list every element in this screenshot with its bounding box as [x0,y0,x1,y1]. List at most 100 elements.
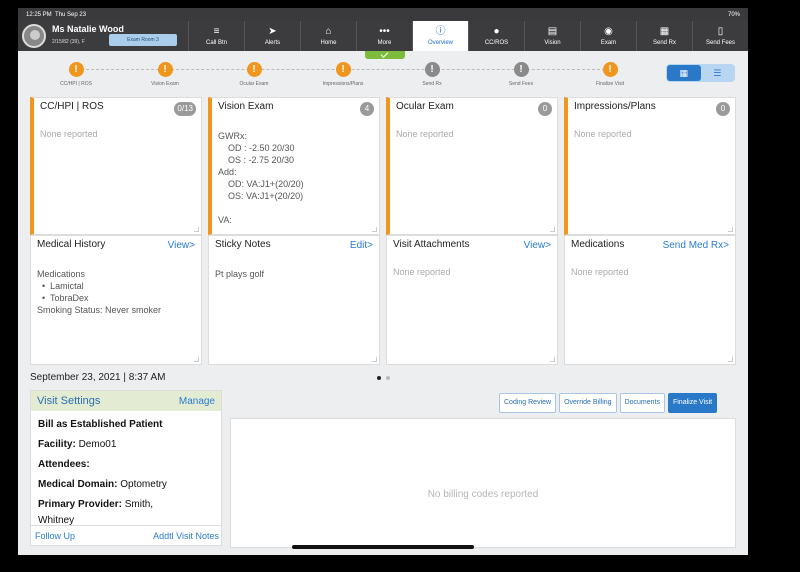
count-badge: 0 [716,102,730,116]
empty-text: None reported [574,129,632,139]
resize-handle-icon[interactable] [550,357,555,362]
card-cc-hpi-ros[interactable]: CC/HPI | ROS 0/13 None reported [30,97,202,235]
primary-provider-cont: Whitney [38,515,75,525]
progress-step[interactable]: ! Finalize Visit [574,62,646,87]
card-impressions-plans[interactable]: Impressions/Plans 0 None reported [564,97,736,235]
patient-header[interactable]: Ms Natalie Wood 2/15/82 (39), F Exam Roo… [22,23,202,49]
card-medical-history[interactable]: Medical History View> Medications • Lamict… [30,235,202,365]
card-title: Medical History [37,239,106,250]
progress-step[interactable]: ! Impressions/Plans [307,62,379,87]
page-indicator[interactable] [377,376,390,380]
progress-step[interactable]: ! Vision Exam [129,62,201,87]
page-dot [377,376,381,380]
resize-handle-icon[interactable] [372,227,377,232]
alert-icon: ! [68,62,84,77]
card-ocular-exam[interactable]: Ocular Exam 0 None reported [386,97,558,235]
app-screen: 12:25 PM Thu Sep 23 70% Ms Natalie Wood … [18,8,748,555]
nav-alerts-button[interactable]: ➤ Alerts [244,21,300,51]
card-link[interactable]: View> [524,240,551,251]
send-rx-icon: ▦ [659,26,670,37]
medical-domain-label: Medical Domain: [38,479,118,490]
addtl-visit-notes-link[interactable]: Addtl Visit Notes [153,531,219,541]
progress-step-label: Impressions/Plans [322,81,364,87]
nav-home-button[interactable]: ⌂ Home [300,21,356,51]
nav-send-fees-button[interactable]: ▯ Send Fees [692,21,748,51]
card-link[interactable]: View> [168,240,195,251]
nav-label: Home [320,40,337,46]
empty-text: None reported [393,267,451,277]
resize-handle-icon[interactable] [728,357,733,362]
nav-label: Exam [600,40,617,46]
card-link[interactable]: Send Med Rx> [663,240,729,251]
nav-label: Vision [544,40,561,46]
nav-label: Call Btn [205,40,227,46]
progress-step[interactable]: ! Ocular Exam [218,62,290,87]
home-icon: ⌂ [325,26,332,37]
card-vision-exam[interactable]: Vision Exam 4 GWRx: OD : -2.50 20/30 OS : … [208,97,380,235]
progress-step[interactable]: ! Send Fees [485,62,557,87]
progress-step-label: Send Rx [422,81,442,87]
card-line: Smoking Status: Never smoker [37,305,162,315]
grid-view-icon[interactable]: ▦ [667,65,701,81]
view-toggle: ▦ ☰ [666,64,735,82]
status-bar: 12:25 PM Thu Sep 23 70% [18,8,748,21]
visit-settings-title: Visit Settings [37,395,101,407]
alert-icon: ! [335,62,351,77]
follow-up-link[interactable]: Follow Up [35,531,75,541]
bill-as: Bill as Established Patient [38,419,163,430]
visit-settings-panel: Visit Settings Manage Bill as Establishe… [30,390,222,546]
nav-send-rx-button[interactable]: ▦ Send Rx [636,21,692,51]
battery-level: 70% [727,11,740,18]
resize-handle-icon[interactable] [550,227,555,232]
card-line: • TobraDex [37,293,89,303]
nav-vision-button[interactable]: ▤ Vision [524,21,580,51]
exam-room-button[interactable]: Exam Room 3 [109,34,177,46]
nav-more-button[interactable]: ••• More [356,21,412,51]
patient-dob: 2/15/82 (39), F [52,39,85,45]
visit-date: September 23, 2021 | 8:37 AM [30,372,166,383]
card-link[interactable]: Edit> [350,240,373,251]
nav-cc-ros-button[interactable]: ● CC/ROS [468,21,524,51]
resize-handle-icon[interactable] [194,357,199,362]
vision-icon: ▤ [547,26,558,37]
nav-buttons: ≡ Call Btn ➤ Alerts ⌂ Home ••• More ⓘ Overview ● CC… [188,21,748,51]
nav-exam-button[interactable]: ◉ Exam [580,21,636,51]
nav-label: Alerts [264,40,281,46]
card-title: CC/HPI | ROS [40,101,104,112]
card-title: Ocular Exam [396,101,454,112]
cc-ros-icon: ● [493,26,500,37]
card-title: Impressions/Plans [574,101,656,112]
count-badge: 0 [538,102,552,116]
progress-step[interactable]: ! Send Rx [396,62,468,87]
facility-value: Demo01 [78,439,117,450]
card-visit-attachments[interactable]: Visit Attachments View> None reported [386,235,558,365]
chevron-down-icon[interactable] [365,51,405,59]
manage-link[interactable]: Manage [179,396,215,407]
progress-step-label: Vision Exam [151,81,179,87]
card-line: GWRx: [218,131,247,141]
card-sticky-notes[interactable]: Sticky Notes Edit> Pt plays golf [208,235,380,365]
progress-step-label: CC/HPI | ROS [60,81,92,87]
alerts-icon: ➤ [268,26,277,37]
card-medications[interactable]: Medications Send Med Rx> None reported [564,235,736,365]
card-line: OS : -2.75 20/30 [218,155,295,165]
progress-step[interactable]: ! CC/HPI | ROS [40,62,112,87]
override-billing-button[interactable]: Override Billing [559,393,617,413]
coding-review-button[interactable]: Coding Review [499,393,557,413]
nav-overview-button[interactable]: ⓘ Overview [412,21,468,51]
status-date: Thu Sep 23 [55,11,87,18]
patient-avatar [22,24,46,48]
exam-icon: ◉ [604,26,613,37]
home-indicator[interactable] [292,545,474,549]
resize-handle-icon[interactable] [194,227,199,232]
send-fees-icon: ▯ [717,26,724,37]
page-dot [386,376,390,380]
list-view-icon[interactable]: ☰ [701,65,735,81]
finalize-visit-button[interactable]: Finalize Visit [667,393,718,413]
resize-handle-icon[interactable] [728,227,733,232]
documents-button[interactable]: Documents [619,393,665,413]
nav-call-btn-button[interactable]: ≡ Call Btn [188,21,244,51]
card-line: OD: VA:J1+(20/20) [218,179,304,189]
overview-icon: ⓘ [435,26,446,37]
resize-handle-icon[interactable] [372,357,377,362]
